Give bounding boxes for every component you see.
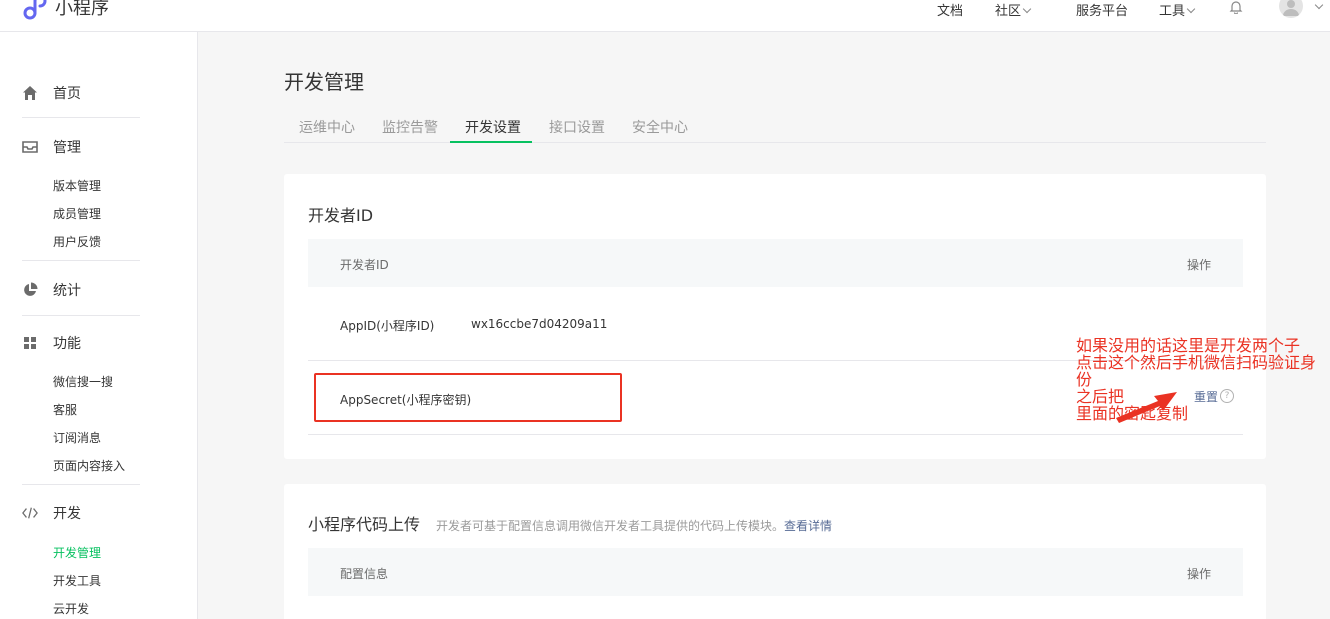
column-header-config: 配置信息: [340, 567, 389, 581]
sidebar-item-label: 统计: [53, 283, 81, 299]
sidebar-subitem-page-content[interactable]: 页面内容接入: [53, 457, 125, 474]
divider: [22, 484, 140, 485]
sidebar-subitem-dev-tools[interactable]: 开发工具: [53, 572, 101, 589]
sidebar-item-manage[interactable]: 管理: [22, 137, 81, 157]
sidebar-subitem-subscribe-messages[interactable]: 订阅消息: [53, 429, 101, 446]
sidebar-item-label: 功能: [53, 336, 81, 352]
active-tab-indicator: [450, 141, 532, 143]
sidebar-item-label: 开发: [53, 506, 81, 522]
chevron-down-icon: [1186, 4, 1196, 14]
sidebar-item-develop[interactable]: 开发: [22, 503, 81, 523]
avatar[interactable]: [1279, 0, 1303, 18]
chevron-down-icon: [1022, 4, 1032, 14]
code-icon: [22, 505, 38, 521]
divider: [22, 315, 140, 316]
nav-community-label: 社区: [995, 4, 1022, 19]
appid-label: AppID(小程序ID): [340, 319, 435, 333]
sidebar-subitem-feedback[interactable]: 用户反馈: [53, 233, 101, 250]
column-header-developer-id: 开发者ID: [340, 258, 389, 272]
sidebar-subitem-members[interactable]: 成员管理: [53, 205, 101, 222]
inbox-icon: [22, 139, 38, 155]
app-logo[interactable]: 小程序: [22, 0, 109, 20]
appid-value: wx16ccbe7d04209a11: [471, 317, 608, 331]
sidebar-item-features[interactable]: 功能: [22, 333, 81, 353]
sidebar-item-home[interactable]: 首页: [22, 83, 81, 103]
top-bar: 小程序 文档 社区 服务平台 工具: [0, 0, 1330, 32]
code-upload-section: 小程序代码上传 开发者可基于配置信息调用微信开发者工具提供的代码上传模块。查看详情: [308, 511, 832, 535]
table-header: 开发者ID 操作: [308, 239, 1243, 287]
table-header: 配置信息 操作: [308, 548, 1243, 596]
sidebar: 首页 管理 版本管理 成员管理 用户反馈 统计 功能 微信搜一搜 客服 订阅消息…: [0, 32, 198, 619]
view-details-link[interactable]: 查看详情: [784, 519, 832, 533]
developer-id-title: 开发者ID: [308, 206, 374, 225]
sidebar-item-label: 首页: [53, 86, 81, 102]
home-icon: [22, 85, 38, 101]
sidebar-subitem-customer-service[interactable]: 客服: [53, 401, 77, 418]
code-upload-description: 开发者可基于配置信息调用微信开发者工具提供的代码上传模块。查看详情: [436, 519, 832, 533]
tab-api-settings[interactable]: 接口设置: [549, 117, 605, 137]
nav-docs[interactable]: 文档: [937, 0, 963, 19]
sidebar-subitem-versions[interactable]: 版本管理: [53, 177, 101, 194]
miniprogram-logo-icon: [23, 0, 47, 20]
description-text: 开发者可基于配置信息调用微信开发者工具提供的代码上传模块。: [436, 519, 785, 533]
tab-ops-center[interactable]: 运维中心: [299, 117, 355, 137]
chevron-down-icon[interactable]: [1314, 0, 1324, 10]
nav-community[interactable]: 社区: [995, 0, 1032, 19]
code-upload-card: 小程序代码上传 开发者可基于配置信息调用微信开发者工具提供的代码上传模块。查看详情…: [284, 484, 1266, 619]
tab-dev-settings[interactable]: 开发设置: [465, 117, 521, 137]
column-header-actions: 操作: [1186, 567, 1211, 581]
sidebar-item-label: 管理: [53, 140, 81, 156]
sidebar-subitem-cloud-dev[interactable]: 云开发: [53, 600, 89, 617]
nav-tools[interactable]: 工具: [1159, 0, 1196, 19]
tab-bar: 运维中心 监控告警 开发设置 接口设置 安全中心: [284, 110, 1266, 143]
divider: [22, 260, 140, 261]
divider: [22, 117, 140, 118]
tab-security-center[interactable]: 安全中心: [632, 117, 688, 137]
sidebar-subitem-wechat-search[interactable]: 微信搜一搜: [53, 373, 113, 390]
code-upload-title: 小程序代码上传: [308, 515, 421, 534]
pie-chart-icon: [22, 282, 38, 298]
app-name: 小程序: [55, 0, 109, 19]
tab-monitoring[interactable]: 监控告警: [382, 117, 438, 137]
page-title: 开发管理: [284, 70, 364, 94]
nav-service-platform[interactable]: 服务平台: [1076, 0, 1128, 19]
column-header-actions: 操作: [1186, 258, 1211, 272]
annotation-highlight-box: [314, 373, 622, 422]
user-icon: [1283, 0, 1299, 16]
grid-icon: [22, 335, 38, 351]
nav-tools-label: 工具: [1159, 4, 1186, 19]
annotation-note: 如果没用的话这里是开发两个子 点击这个然后手机微信扫码验证身 份 之后把 里面的…: [1076, 336, 1317, 423]
sidebar-item-stats[interactable]: 统计: [22, 280, 81, 300]
bell-icon[interactable]: [1229, 0, 1243, 14]
sidebar-subitem-dev-management[interactable]: 开发管理: [53, 544, 101, 561]
